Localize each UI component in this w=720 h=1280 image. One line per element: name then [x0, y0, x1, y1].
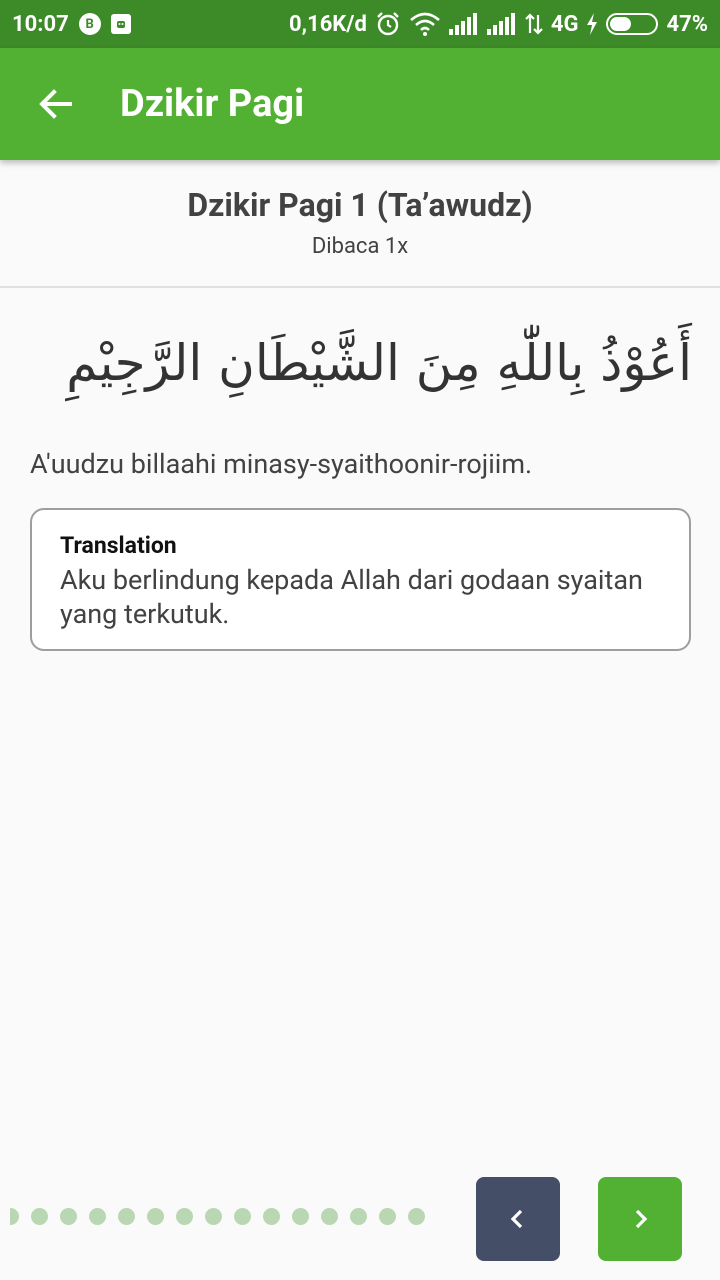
notification-icon — [110, 14, 131, 34]
chevron-right-icon — [635, 1209, 648, 1229]
translation-text: Aku berlindung kepada Allah dari godaan … — [60, 564, 643, 630]
chevron-left-icon — [510, 1209, 523, 1229]
page-dot — [263, 1208, 280, 1225]
latin-transliteration: A'uudzu billaahi minasy-syaithoonir-roji… — [30, 448, 533, 480]
dzikir-header: Dzikir Pagi 1 (Ta’awudz) Dibaca 1x — [0, 160, 720, 288]
status-bar: 10:07 B 0,16K/d 4G 47% — [0, 0, 720, 48]
page-indicator — [10, 1208, 425, 1225]
back-button[interactable] — [0, 48, 112, 160]
signal-icon — [486, 13, 517, 35]
dzikir-title: Dzikir Pagi 1 (Ta’awudz) — [187, 186, 533, 224]
battery-percent: 47% — [666, 11, 708, 37]
page-dot — [60, 1208, 77, 1225]
page-dot — [321, 1208, 338, 1225]
page-dot — [350, 1208, 367, 1225]
translation-label: Translation — [60, 532, 177, 559]
page-dot — [31, 1208, 48, 1225]
next-button[interactable] — [598, 1177, 682, 1261]
page-dot — [292, 1208, 309, 1225]
wifi-icon — [409, 12, 441, 36]
arabic-text: أَعُوْذُ بِاللّٰهِ مِنَ الشَّيْطَانِ الر… — [66, 334, 692, 392]
page-dot — [379, 1208, 396, 1225]
network-type: 4G — [550, 11, 579, 37]
network-speed: 0,16K/d — [289, 11, 367, 37]
arrow-left-icon — [39, 89, 72, 119]
status-time: 10:07 — [12, 11, 69, 37]
page-title: Dzikir Pagi — [120, 82, 305, 126]
page-dot — [408, 1208, 425, 1225]
alarm-icon — [375, 11, 401, 37]
page-dot — [147, 1208, 164, 1225]
page-dot — [176, 1208, 193, 1225]
page-dot — [10, 1208, 19, 1225]
app-bar: Dzikir Pagi — [0, 48, 720, 160]
page-dot — [205, 1208, 222, 1225]
dzikir-count: Dibaca 1x — [311, 234, 409, 259]
whatsapp-business-icon: B — [78, 13, 101, 35]
charging-icon — [586, 13, 598, 35]
data-arrows-icon — [525, 13, 543, 35]
signal-icon — [448, 13, 479, 35]
page-dot — [118, 1208, 135, 1225]
previous-button[interactable] — [476, 1177, 560, 1261]
page-dot — [234, 1208, 251, 1225]
page-dot — [89, 1208, 106, 1225]
translation-card: Translation Aku berlindung kepada Allah … — [30, 508, 691, 651]
battery-icon — [606, 13, 659, 35]
